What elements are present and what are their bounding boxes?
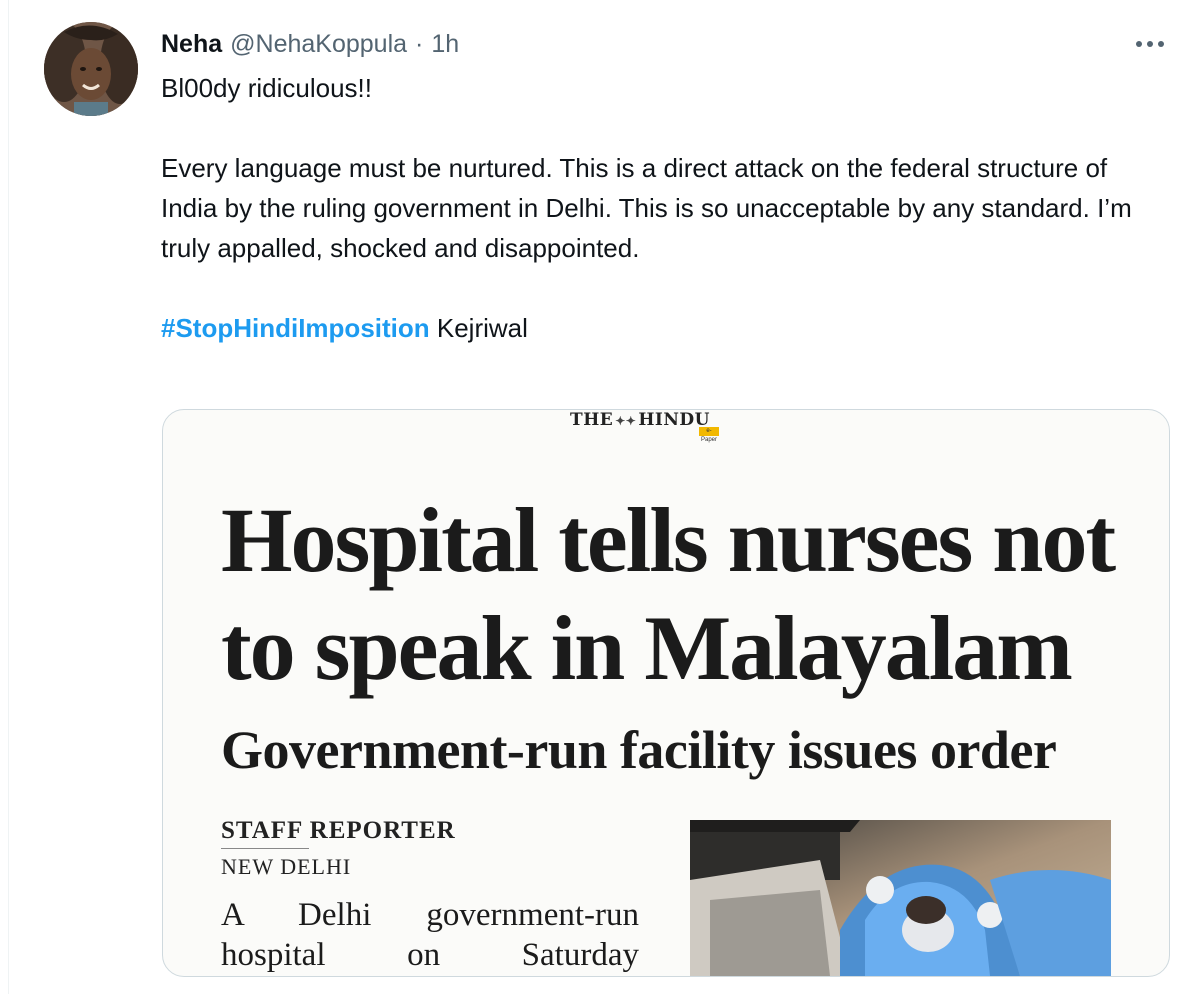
crest-icon: ✦✦ — [615, 413, 637, 428]
author-handle[interactable]: @NehaKoppula — [230, 30, 407, 59]
article-photo — [690, 820, 1111, 976]
profile-photo — [44, 22, 138, 116]
tweet-hashtag-line: #StopHindiImposition Kejriwal — [161, 308, 1151, 348]
article-body: A Delhi government-run hospital on Satur… — [221, 895, 639, 975]
byline-divider — [221, 848, 309, 849]
tweet-header: Neha @NehaKoppula · 1h — [161, 28, 459, 60]
more-options-button[interactable] — [1130, 30, 1170, 58]
article-body-line-2: hospital on Saturday — [221, 937, 639, 973]
timestamp[interactable]: 1h — [431, 30, 459, 59]
tweet-paragraph: Every language must be nurtured. This is… — [161, 153, 1132, 263]
trailing-text: Kejriwal — [429, 313, 528, 343]
avatar[interactable] — [44, 22, 138, 116]
hashtag-link[interactable]: #StopHindiImposition — [161, 313, 430, 343]
media-attachment[interactable]: THE ✦✦ HINDU e-Paper Hospital tells nurses… — [162, 409, 1170, 977]
tweet[interactable]: Neha @NehaKoppula · 1h Bl00dy ridiculous… — [0, 0, 1200, 994]
ppe-workers-photo — [690, 820, 1111, 976]
article-dateline: NEW DELHI — [221, 854, 352, 879]
paper-name-left: THE — [570, 410, 614, 430]
author-name[interactable]: Neha — [161, 30, 222, 59]
tweet-text: Bl00dy ridiculous!! Every language must … — [161, 68, 1151, 348]
article-headline: Hospital tells nurses not to speak in Ma… — [221, 489, 1116, 699]
separator-dot: · — [415, 29, 424, 58]
tweet-line-1: Bl00dy ridiculous!! — [161, 73, 372, 103]
article-subheadline: Government-run facility issues order — [221, 720, 1057, 780]
more-horizontal-icon — [1136, 41, 1164, 47]
article-byline: STAFF REPORTER — [221, 817, 456, 844]
epaper-badge: e-Paper — [699, 427, 719, 443]
article-body-line-1: A Delhi government-run — [221, 897, 639, 933]
